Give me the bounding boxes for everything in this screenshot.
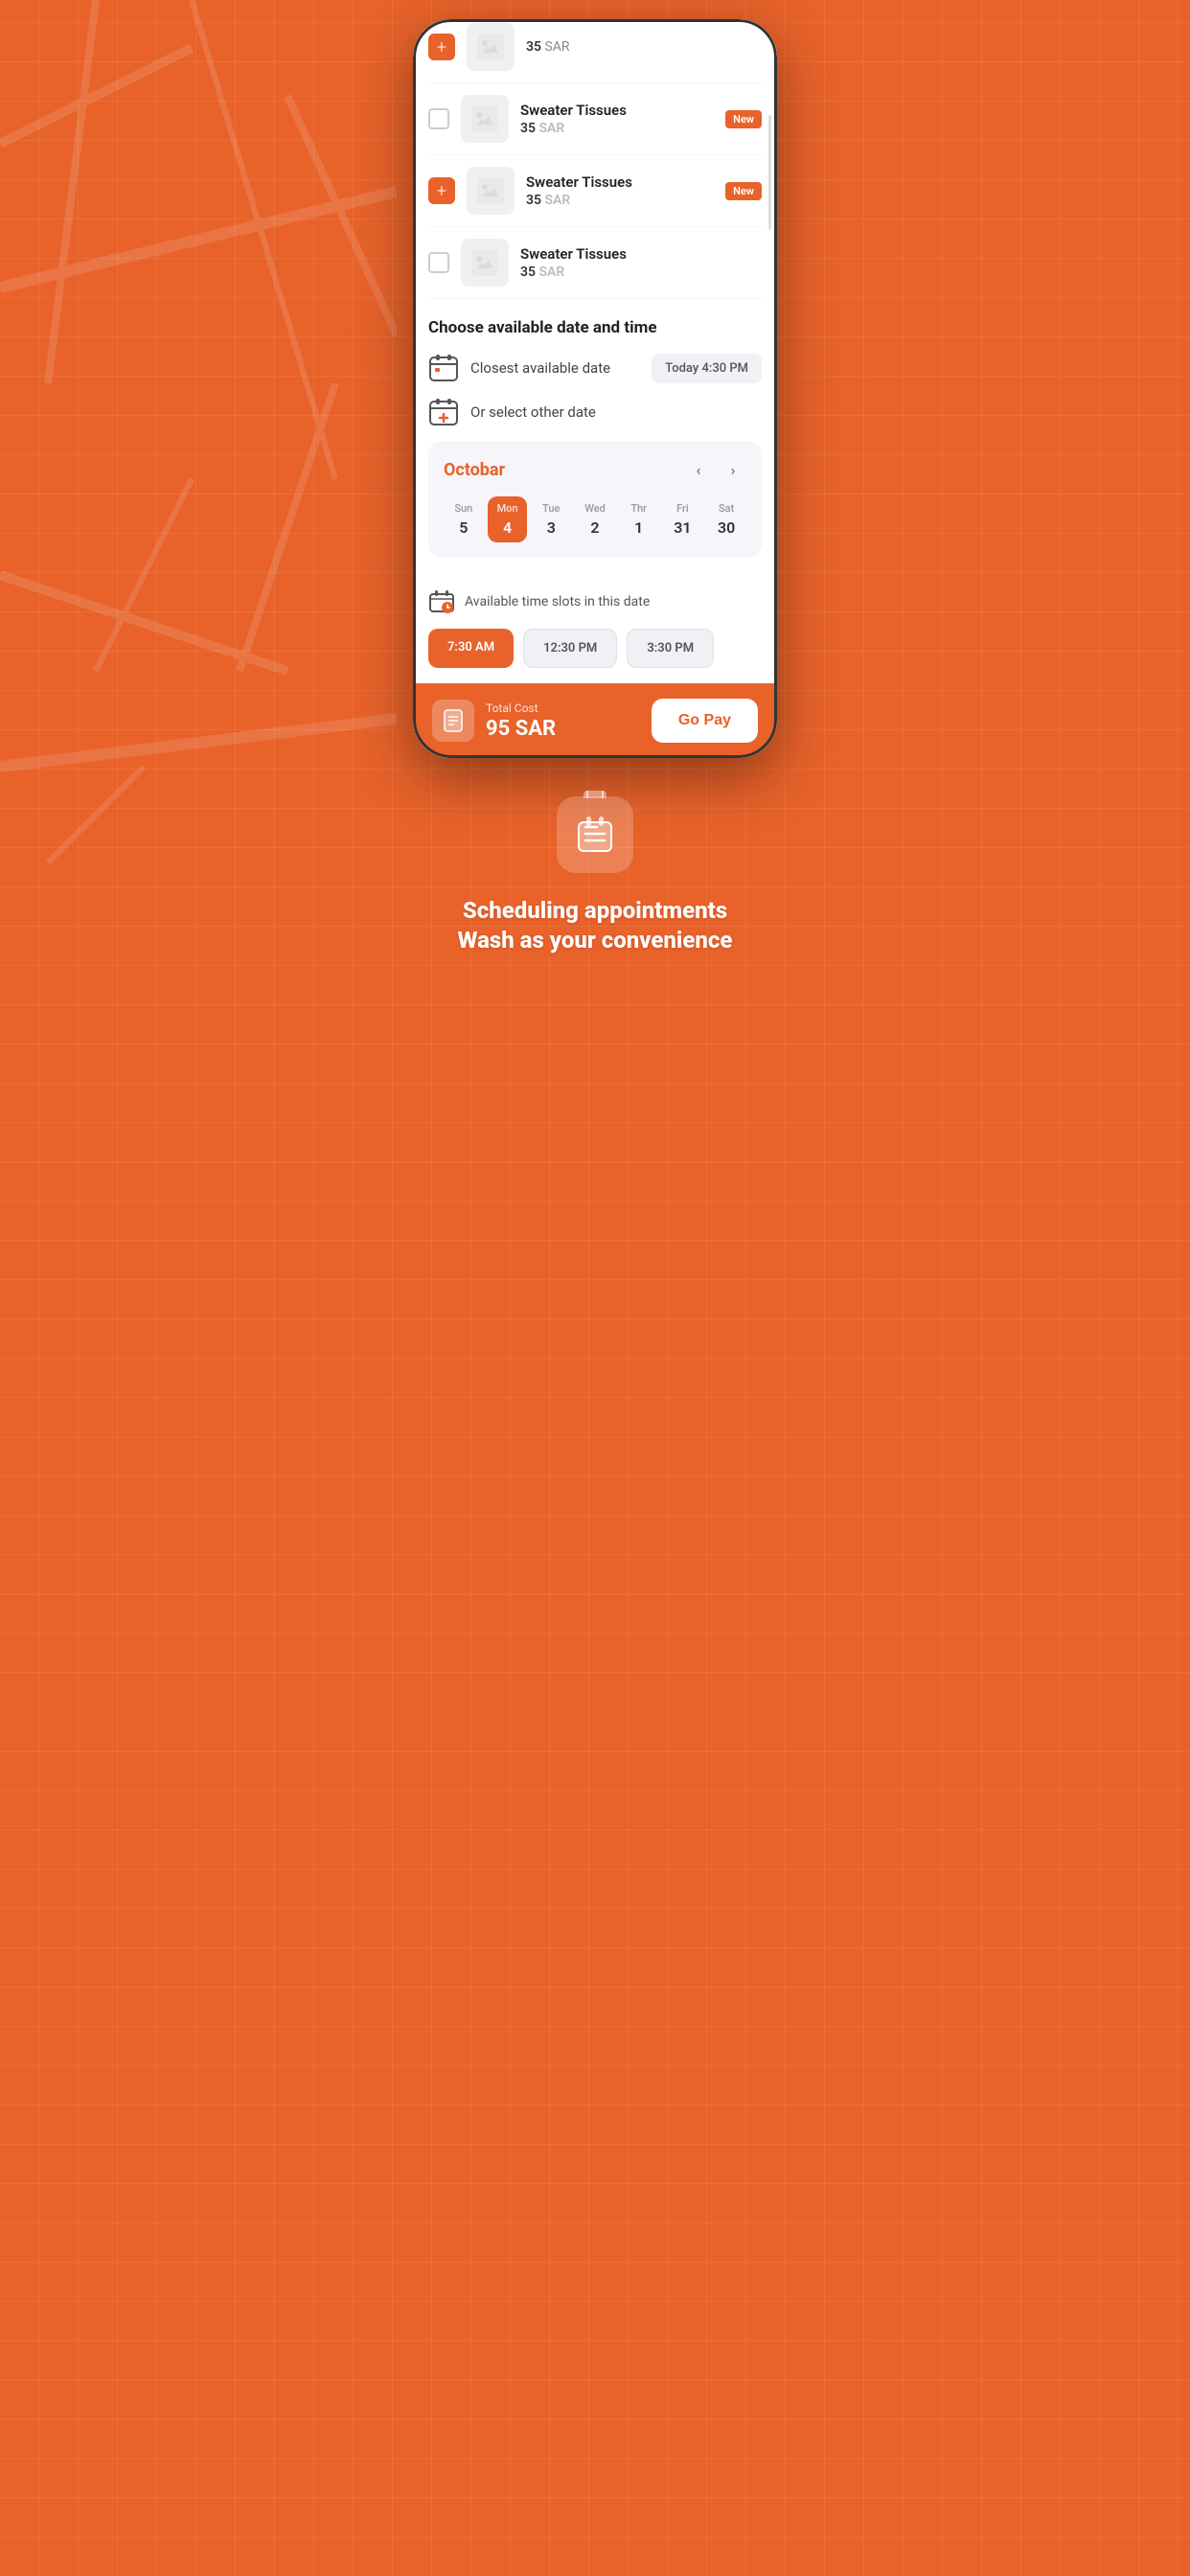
page-wrapper: + 35 SAR	[397, 0, 793, 2576]
cost-label: Total Cost	[486, 702, 556, 715]
calendar-day-fri31[interactable]: Fri 31	[663, 496, 703, 542]
product-checkbox-3[interactable]	[428, 252, 449, 273]
calendar-prev-button[interactable]: ‹	[685, 456, 712, 483]
product-info-3: Sweater Tissues 35 SAR	[520, 245, 762, 280]
product-list: + 35 SAR	[413, 19, 777, 299]
calendar-navigation: ‹ ›	[685, 456, 746, 483]
calendar-day-sun5[interactable]: Sun 5	[444, 496, 484, 542]
cost-details: Total Cost 95 SAR	[486, 702, 556, 741]
calendar-header: Octobar ‹ ›	[444, 456, 746, 483]
calendar-day-wed2[interactable]: Wed 2	[575, 496, 615, 542]
go-pay-button[interactable]: Go Pay	[652, 699, 758, 743]
product-checkbox-1[interactable]	[428, 108, 449, 129]
product-price-1: 35 SAR	[520, 121, 714, 136]
time-slots-label: Available time slots in this date	[428, 588, 762, 615]
product-name-1: Sweater Tissues	[520, 102, 714, 119]
product-img-icon-3	[471, 249, 498, 276]
calendar-add-icon	[428, 397, 459, 427]
calendar-day-thr1[interactable]: Thr 1	[619, 496, 659, 542]
calendar-day-sat30[interactable]: Sat 30	[706, 496, 746, 542]
closest-date-label: Closest available date	[470, 359, 640, 377]
product-name-3: Sweater Tissues	[520, 245, 762, 263]
product-item-partial: + 35 SAR	[428, 19, 762, 83]
product-price-3: 35 SAR	[520, 264, 762, 280]
date-section: Choose available date and time Closest a…	[413, 299, 777, 588]
time-slots-grid: 7:30 AM 12:30 PM 3:30 PM	[428, 629, 762, 668]
product-add-button-2[interactable]: +	[428, 177, 455, 204]
closest-date-value[interactable]: Today 4:30 PM	[652, 354, 762, 383]
cost-amount: 95 SAR	[486, 717, 556, 741]
promo-icon-svg	[573, 813, 617, 857]
product-img-icon-0	[477, 34, 504, 60]
promo-title: Scheduling appointments Wash as your con…	[458, 896, 733, 955]
phone-content: + 35 SAR	[413, 19, 777, 758]
product-item-3: Sweater Tissues 35 SAR	[428, 227, 762, 299]
product-info-1: Sweater Tissues 35 SAR	[520, 102, 714, 136]
phone-frame: + 35 SAR	[413, 19, 777, 758]
bottom-bar: Total Cost 95 SAR Go Pay	[413, 683, 777, 758]
scrollbar[interactable]	[768, 115, 771, 230]
product-img-icon-1	[471, 105, 498, 132]
cost-info: Total Cost 95 SAR	[432, 700, 556, 742]
calendar-days-grid: Sun 5 Mon 4 Tue 3	[444, 496, 746, 542]
calendar-icon	[428, 353, 459, 383]
date-section-title: Choose available date and time	[428, 318, 762, 337]
calendar-widget: Octobar ‹ › Sun 5	[428, 441, 762, 558]
product-image-3	[461, 239, 509, 287]
new-badge-2: New	[725, 182, 762, 200]
time-slots-icon	[428, 588, 455, 615]
time-slots-section: Available time slots in this date 7:30 A…	[413, 588, 777, 683]
product-price-0: 35 SAR	[526, 39, 762, 55]
product-add-button-0[interactable]: +	[428, 34, 455, 60]
calendar-next-button[interactable]: ›	[720, 456, 746, 483]
time-slot-1230pm[interactable]: 12:30 PM	[523, 629, 617, 668]
calendar-day-mon4[interactable]: Mon 4	[488, 496, 528, 542]
promo-icon-wrapper	[458, 796, 733, 873]
product-image-2	[467, 167, 515, 215]
receipt-svg	[441, 708, 466, 733]
product-image-1	[461, 95, 509, 143]
product-name-2: Sweater Tissues	[526, 173, 714, 191]
promo-icon	[557, 796, 633, 873]
closest-date-option: Closest available date Today 4:30 PM	[428, 353, 762, 383]
product-item-1: Sweater Tissues 35 SAR New	[428, 83, 762, 155]
other-date-option[interactable]: Or select other date	[428, 397, 762, 427]
product-info-0: 35 SAR	[526, 39, 762, 55]
time-slot-730am[interactable]: 7:30 AM	[428, 629, 514, 668]
other-date-label: Or select other date	[470, 403, 762, 421]
product-img-icon-2	[477, 177, 504, 204]
product-info-2: Sweater Tissues 35 SAR	[526, 173, 714, 208]
product-price-2: 35 SAR	[526, 193, 714, 208]
time-slot-330pm[interactable]: 3:30 PM	[627, 629, 714, 668]
calendar-month: Octobar	[444, 460, 505, 480]
receipt-icon	[432, 700, 474, 742]
new-badge-1: New	[725, 110, 762, 128]
map-decoration	[0, 0, 397, 2576]
product-item-2: + Sweater Tissues 35 SAR	[428, 155, 762, 227]
calendar-day-tue3[interactable]: Tue 3	[531, 496, 571, 542]
promo-section: Scheduling appointments Wash as your con…	[435, 758, 756, 994]
time-slots-text: Available time slots in this date	[465, 594, 650, 610]
product-image-0	[467, 23, 515, 71]
